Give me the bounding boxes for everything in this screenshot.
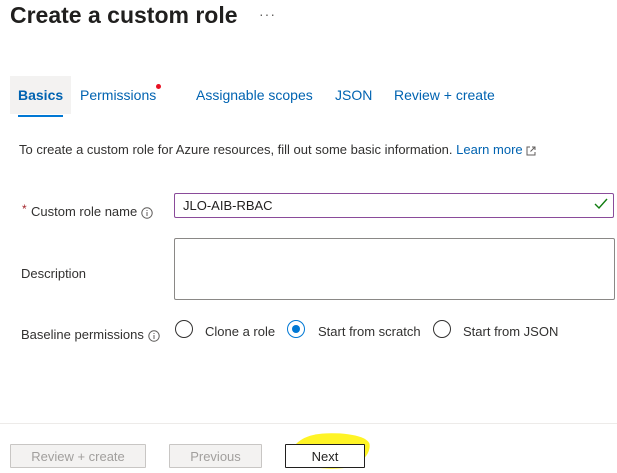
tab-review-create-label: Review + create	[394, 87, 495, 103]
tab-permissions[interactable]: Permissions	[72, 76, 164, 114]
tab-json[interactable]: JSON	[327, 76, 380, 114]
page-title: Create a custom role	[10, 2, 238, 28]
role-name-input[interactable]	[174, 193, 614, 218]
radio-start-from-scratch-label[interactable]: Start from scratch	[318, 324, 421, 339]
info-icon[interactable]	[141, 206, 153, 219]
tab-basics[interactable]: Basics	[10, 76, 72, 117]
more-options-icon[interactable]: ···	[259, 6, 276, 22]
tab-review-create[interactable]: Review + create	[386, 76, 503, 114]
learn-more-label: Learn more	[456, 142, 523, 157]
baseline-permissions-label: Baseline permissions	[21, 327, 160, 342]
required-mark: *	[22, 202, 27, 216]
tab-assignable-scopes[interactable]: Assignable scopes	[188, 76, 321, 114]
tab-basics-label: Basics	[18, 87, 64, 103]
tab-assignable-scopes-label: Assignable scopes	[196, 87, 313, 103]
tab-permissions-label: Permissions	[80, 87, 157, 103]
info-icon[interactable]	[148, 329, 160, 342]
radio-start-from-scratch[interactable]	[287, 320, 305, 338]
radio-clone-a-role-label[interactable]: Clone a role	[205, 324, 275, 339]
previous-button[interactable]: Previous	[169, 444, 262, 468]
external-link-icon	[526, 146, 536, 156]
tab-json-label: JSON	[335, 87, 373, 103]
baseline-permissions-label-text: Baseline permissions	[21, 327, 144, 342]
intro-description: To create a custom role for Azure resour…	[19, 142, 453, 157]
valid-check-icon	[594, 198, 608, 210]
radio-start-from-json-label[interactable]: Start from JSON	[463, 324, 558, 339]
learn-more-link[interactable]: Learn more	[456, 142, 536, 157]
radio-start-from-json[interactable]	[433, 320, 451, 338]
footer-divider	[0, 423, 617, 424]
role-name-label-text: Custom role name	[31, 204, 138, 219]
intro-text: To create a custom role for Azure resour…	[19, 142, 536, 157]
description-label: Description	[21, 266, 87, 281]
role-name-label: * Custom role name	[22, 202, 153, 219]
radio-clone-a-role[interactable]	[175, 320, 193, 338]
review-create-button[interactable]: Review + create	[10, 444, 146, 468]
next-button[interactable]: Next	[285, 444, 365, 468]
permissions-alert-dot-icon	[156, 84, 161, 89]
description-input[interactable]	[174, 238, 615, 300]
